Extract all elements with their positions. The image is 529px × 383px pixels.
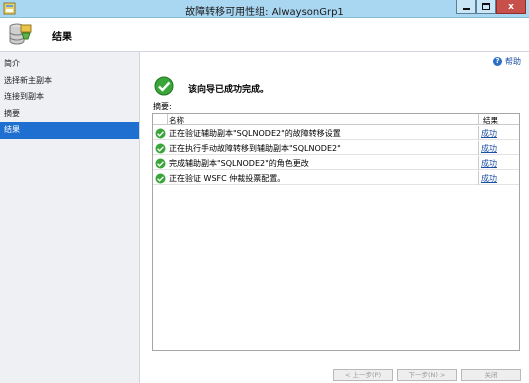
success-check-icon xyxy=(154,76,174,96)
success-check-icon xyxy=(155,128,166,139)
summary-label: 摘要: xyxy=(153,102,172,111)
next-button[interactable]: 下一步(N) > xyxy=(397,369,457,381)
row-name: 正在验证辅助副本"SQLNODE2"的故障转移设置 xyxy=(169,129,341,138)
row-name: 正在验证 WSFC 仲裁投票配置。 xyxy=(169,174,286,183)
success-check-icon xyxy=(155,173,166,184)
table-header: 名称 结果 xyxy=(153,114,519,125)
row-result-link[interactable]: 成功 xyxy=(481,158,497,169)
sidebar-item-intro[interactable]: 简介 xyxy=(0,56,139,73)
table-row[interactable]: 完成辅助副本"SQLNODE2"的角色更改 成功 xyxy=(153,156,519,170)
close-wizard-button[interactable]: 关闭 xyxy=(461,369,521,381)
column-header-result[interactable]: 结果 xyxy=(483,115,498,126)
table-row[interactable]: 正在执行手动故障转移到辅助副本"SQLNODE2" 成功 xyxy=(153,141,519,155)
window-title: 故障转移可用性组: AlwaysonGrp1 xyxy=(185,7,344,18)
table-row[interactable]: 正在验证辅助副本"SQLNODE2"的故障转移设置 成功 xyxy=(153,126,519,140)
row-result-link[interactable]: 成功 xyxy=(481,128,497,139)
row-name: 正在执行手动故障转移到辅助副本"SQLNODE2" xyxy=(169,144,341,153)
minimize-button[interactable] xyxy=(456,0,476,14)
minimize-icon xyxy=(462,8,470,10)
maximize-icon xyxy=(482,3,490,10)
sidebar-item-summary[interactable]: 摘要 xyxy=(0,106,139,123)
success-check-icon xyxy=(155,158,166,169)
column-separator xyxy=(478,156,479,170)
column-separator xyxy=(478,126,479,140)
page-title: 结果 xyxy=(52,32,72,43)
help-label: 帮助 xyxy=(505,57,521,66)
column-header-name[interactable]: 名称 xyxy=(169,115,184,126)
sidebar-item-connect-replicas[interactable]: 连接到副本 xyxy=(0,89,139,106)
help-icon: ? xyxy=(493,57,502,66)
success-message: 该向导已成功完成。 xyxy=(188,85,270,95)
wizard-steps-sidebar: 简介 选择新主副本 连接到副本 摘要 结果 xyxy=(0,52,140,383)
sidebar-item-select-primary[interactable]: 选择新主副本 xyxy=(0,73,139,90)
database-wizard-icon xyxy=(9,23,32,45)
column-separator xyxy=(478,141,479,155)
title-bar: 故障转移可用性组: AlwaysonGrp1 x xyxy=(0,0,529,18)
row-result-link[interactable]: 成功 xyxy=(481,173,497,184)
close-icon: x xyxy=(508,1,514,12)
maximize-button[interactable] xyxy=(476,0,496,14)
row-result-link[interactable]: 成功 xyxy=(481,143,497,154)
success-check-icon xyxy=(155,143,166,154)
previous-button[interactable]: < 上一步(P) xyxy=(333,369,393,381)
close-button[interactable]: x xyxy=(496,0,526,14)
table-row[interactable]: 正在验证 WSFC 仲裁投票配置。 成功 xyxy=(153,171,519,185)
column-separator xyxy=(167,114,168,125)
column-separator xyxy=(478,171,479,185)
help-link[interactable]: ? 帮助 xyxy=(493,56,521,67)
row-name: 完成辅助副本"SQLNODE2"的角色更改 xyxy=(169,159,309,168)
main-panel: ? 帮助 该向导已成功完成。 摘要: 名称 结果 正在验证辅助副本"SQLNOD… xyxy=(141,52,529,383)
column-separator xyxy=(478,114,479,125)
results-table: 名称 结果 正在验证辅助副本"SQLNODE2"的故障转移设置 成功 正在执行手… xyxy=(152,113,520,351)
page-header: 结果 xyxy=(0,18,529,52)
sidebar-item-results[interactable]: 结果 xyxy=(0,122,139,139)
